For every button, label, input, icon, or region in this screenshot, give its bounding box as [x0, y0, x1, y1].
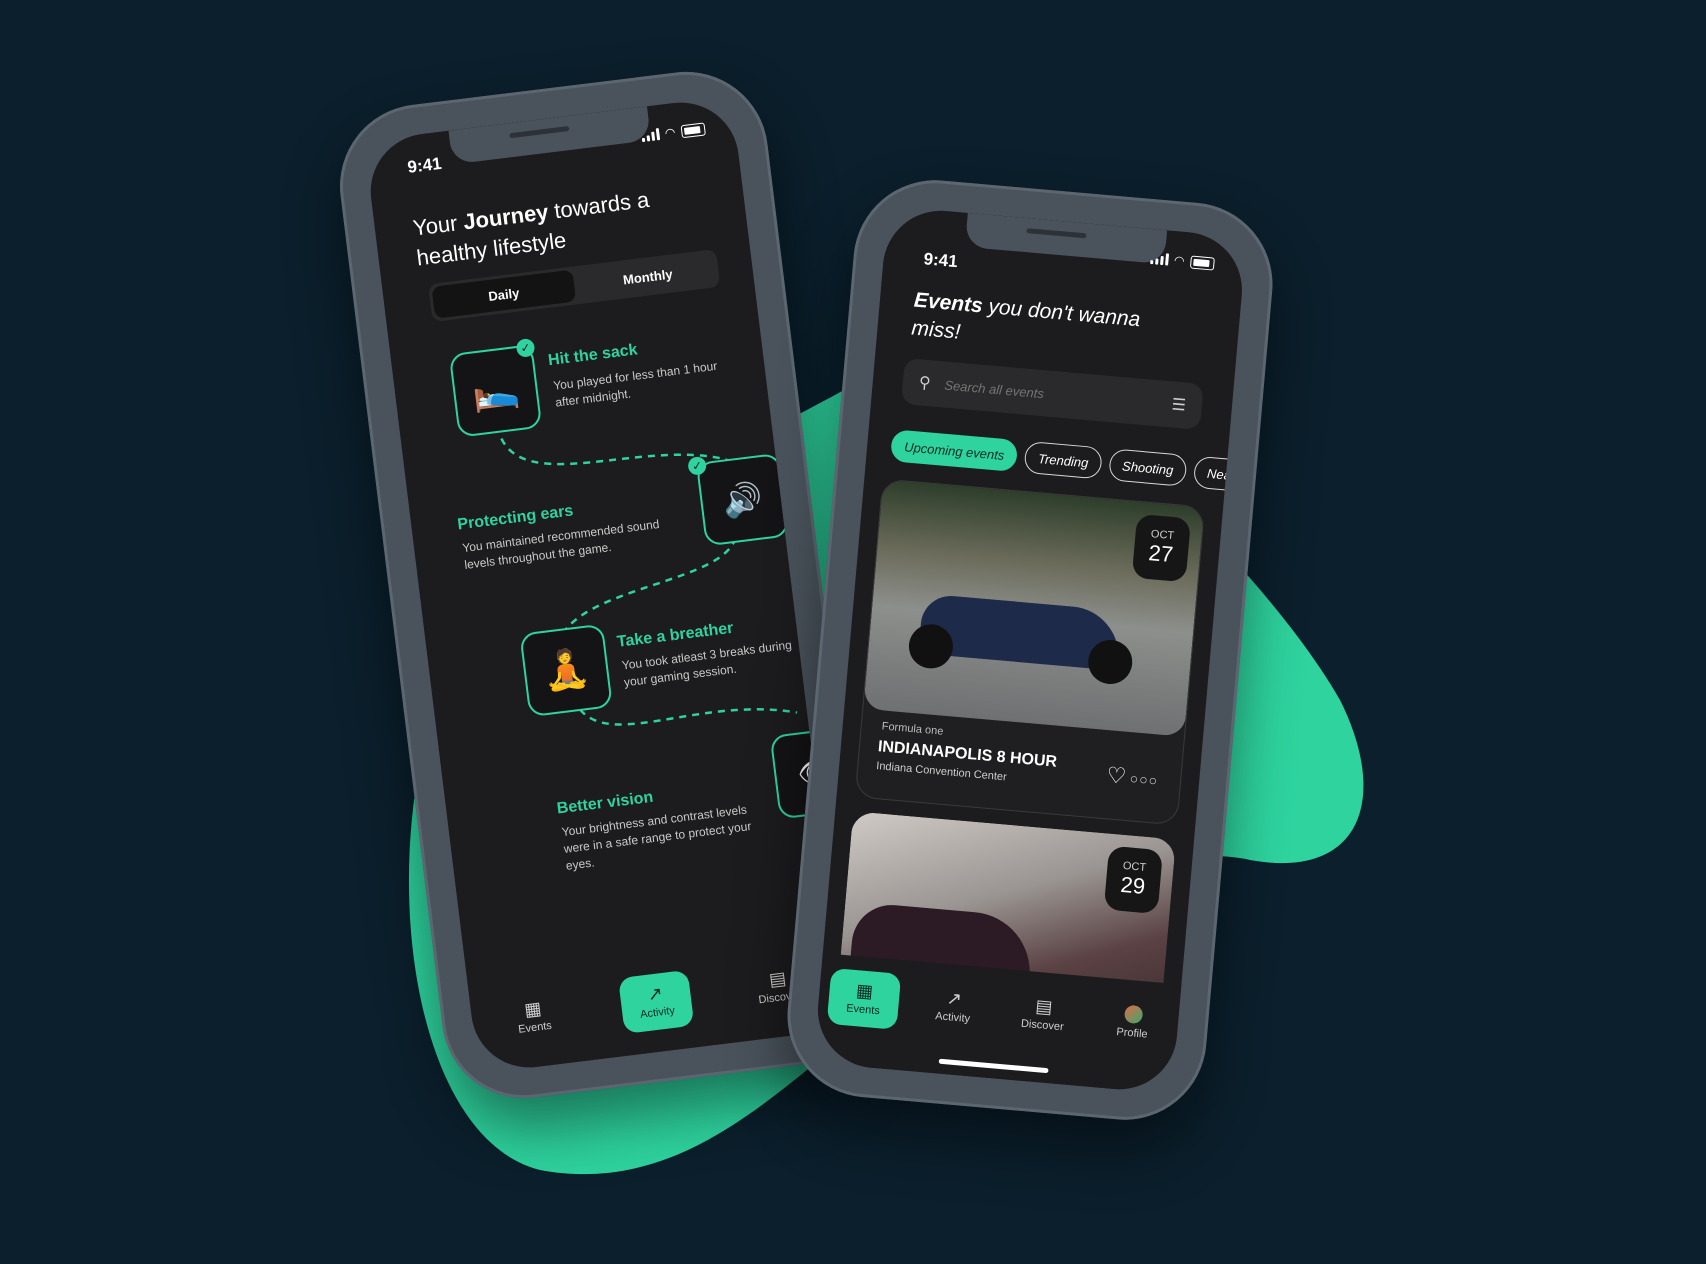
status-icons: ◠ — [1149, 251, 1215, 271]
tab-activity[interactable]: ↗ Activity — [916, 976, 991, 1038]
tab-label: Events — [517, 1019, 553, 1036]
calendar-icon: ▦ — [855, 980, 874, 1002]
tab-events[interactable]: ▦ Events — [826, 967, 902, 1030]
status-time: 9:41 — [922, 249, 959, 272]
event-card[interactable]: OCT 27 Formula one INDIANAPOLIS 8 HOUR I… — [854, 478, 1206, 826]
tab-label: Discover — [1020, 1017, 1065, 1034]
journey-path — [500, 437, 798, 726]
tab-discover[interactable]: ▤ Discover — [1006, 984, 1081, 1046]
tab-label: Activity — [639, 1004, 676, 1021]
tab-profile[interactable]: Profile — [1096, 991, 1171, 1053]
battery-icon — [1189, 255, 1215, 271]
document-icon: ▤ — [767, 967, 788, 990]
search-bar[interactable]: ⚲ ☰ — [900, 357, 1204, 430]
date-day: 29 — [1119, 871, 1147, 899]
date-day: 27 — [1147, 540, 1175, 568]
sleeping-person-icon: 🛌 — [448, 344, 543, 438]
document-icon: ▤ — [1034, 995, 1054, 1018]
heart-icon[interactable]: ♡ — [1106, 762, 1128, 790]
tab-events[interactable]: ▦ Events — [496, 985, 572, 1049]
meditating-gamer-icon: 🧘 — [519, 623, 613, 718]
notch — [964, 212, 1168, 265]
filter-icon[interactable]: ☰ — [1171, 394, 1187, 415]
event-photo-f1-car: OCT 27 — [863, 479, 1205, 737]
chip-upcoming-events[interactable]: Upcoming events — [889, 429, 1019, 473]
search-input[interactable] — [941, 375, 1127, 409]
home-indicator — [938, 1058, 1049, 1074]
right-phone: 9:41 ◠ Events you don't wanna miss! ⚲ ☰ … — [780, 173, 1280, 1127]
search-icon: ⚲ — [918, 374, 932, 393]
page-title: Events you don't wanna miss! — [910, 288, 1142, 344]
chip-near[interactable]: Near — [1192, 455, 1247, 493]
activity-icon: ↗ — [945, 988, 963, 1010]
avatar — [1123, 1004, 1144, 1025]
left-phone-screen: 9:41 ◠ Your Journey towards a healthy li… — [364, 95, 846, 1075]
activity-icon: ↗ — [646, 983, 664, 1005]
sound-level-icon: 🔊 — [695, 452, 790, 547]
tab-label: Profile — [1115, 1026, 1149, 1041]
calendar-icon: ▦ — [523, 997, 543, 1020]
tab-label: Activity — [934, 1010, 971, 1026]
tab-label: Events — [845, 1002, 881, 1018]
chip-trending[interactable]: Trending — [1023, 440, 1103, 480]
right-phone-screen: 9:41 ◠ Events you don't wanna miss! ⚲ ☰ … — [813, 205, 1247, 1095]
tab-activity[interactable]: ↗ Activity — [618, 969, 695, 1034]
event-category: Formula one — [881, 720, 944, 738]
more-icon[interactable]: ○○○ — [1129, 770, 1159, 788]
event-date-badge: OCT 27 — [1131, 513, 1192, 583]
chip-shooting[interactable]: Shooting — [1107, 448, 1188, 487]
event-date-badge: OCT 29 — [1103, 845, 1164, 915]
wifi-icon: ◠ — [1173, 253, 1186, 268]
signal-icon — [1149, 252, 1169, 266]
